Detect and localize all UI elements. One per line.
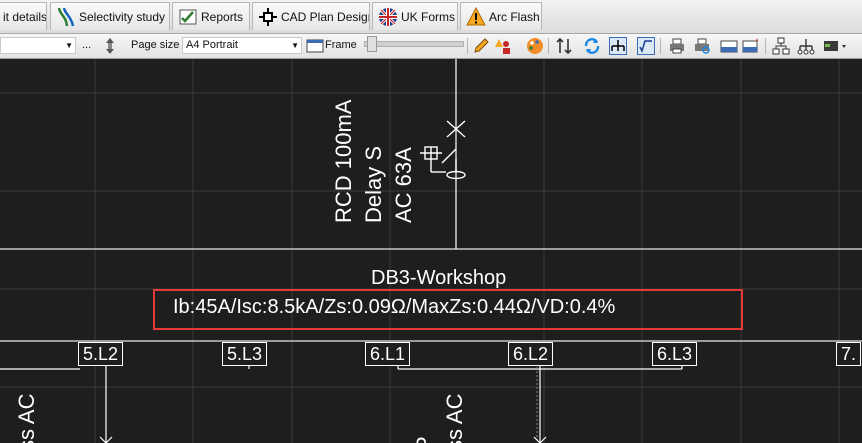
way-label[interactable]: 6.L2: [508, 342, 554, 366]
device-label-line-1: RCD 100mA: [331, 99, 356, 223]
circuit-label: P: [412, 436, 438, 443]
circuit-label: ss AC: [442, 393, 467, 443]
tab-arc-flash[interactable]: Arc Flash: [460, 2, 542, 30]
swap-arrows-icon[interactable]: [555, 37, 573, 55]
way-label[interactable]: 6.L3: [652, 342, 698, 366]
background-grid: [0, 59, 862, 443]
tab-circuit-details[interactable]: it details: [0, 2, 47, 30]
chevron-down-icon: ▼: [291, 41, 299, 50]
board-title[interactable]: DB3-Workshop: [371, 267, 506, 290]
formula-icon[interactable]: [637, 37, 655, 55]
warning-person-icon[interactable]: [494, 37, 512, 55]
toolbar-separator: [467, 38, 468, 54]
more-button[interactable]: ...: [82, 34, 91, 58]
device-label-line-3: AC 63A: [391, 147, 416, 223]
page-size-label: Page size: [131, 39, 180, 51]
page-size-value: A4 Portrait: [186, 39, 238, 51]
pencil-icon[interactable]: [472, 37, 490, 55]
hierarchy-icon[interactable]: [772, 37, 790, 55]
layer-dropdown[interactable]: ▼: [0, 37, 76, 54]
toolbar-separator: [765, 38, 766, 54]
tab-selectivity-study[interactable]: Selectivity study: [50, 2, 170, 30]
selectivity-curves-icon: [57, 7, 75, 27]
tab-label: UK Forms: [401, 10, 455, 24]
toolbar-separator: [660, 38, 661, 54]
print-icon[interactable]: [668, 37, 686, 55]
arrow-down-icon: [99, 436, 547, 443]
device-dropdown-icon[interactable]: [823, 37, 849, 55]
zoom-slider[interactable]: [364, 36, 464, 52]
way-label[interactable]: 5.L3: [222, 342, 268, 366]
frame-icon[interactable]: [306, 37, 324, 55]
page-size-select[interactable]: A4 Portrait ▼: [182, 37, 302, 54]
network-tree-icon[interactable]: [609, 37, 627, 55]
tab-cad-plan-design[interactable]: CAD Plan Design: [252, 2, 370, 30]
highlight-box: [153, 289, 743, 330]
reports-icon: [179, 9, 197, 25]
toolbar-separator: [548, 38, 549, 54]
diagram-drawing: [0, 59, 862, 443]
print-preview-icon[interactable]: [693, 37, 711, 55]
rcd-symbol: [420, 120, 466, 180]
vertical-resize-icon[interactable]: [101, 37, 119, 55]
tab-uk-forms[interactable]: UK Forms: [372, 2, 458, 30]
dxf-export-icon[interactable]: [720, 37, 738, 55]
tab-label: CAD Plan Design: [281, 10, 370, 24]
circuit-label: ss AC: [14, 393, 39, 443]
way-label[interactable]: 6.L1: [365, 342, 411, 366]
uk-flag-icon: [379, 8, 397, 26]
refresh-icon[interactable]: [583, 37, 601, 55]
ribbon-tab-bar: it details Selectivity study Reports CAD…: [0, 0, 862, 34]
tab-label: Arc Flash: [489, 10, 540, 24]
zoom-slider-thumb[interactable]: [367, 36, 377, 52]
tab-reports[interactable]: Reports: [172, 2, 250, 30]
cad-crosshair-icon: [259, 8, 277, 26]
tab-label: it details: [3, 10, 47, 24]
outgoing-ways-lines: [0, 365, 683, 443]
arc-flash-warning-icon: [466, 7, 486, 26]
way-label[interactable]: 7.: [836, 342, 862, 366]
image-export-icon[interactable]: [742, 37, 760, 55]
tab-label: Reports: [201, 10, 244, 24]
toolbar: ▼ ... Page size A4 Portrait ▼ Frame: [0, 34, 862, 59]
tab-label: Selectivity study: [79, 10, 166, 24]
palette-icon[interactable]: [526, 37, 544, 55]
frame-label: Frame: [325, 39, 357, 51]
device-label-line-2: Delay S: [361, 145, 386, 223]
diagram-canvas[interactable]: RCD 100mA Delay S AC 63A DB3-Workshop Ib…: [0, 59, 862, 443]
way-label[interactable]: 5.L2: [78, 342, 124, 366]
chevron-down-icon: ▼: [65, 41, 73, 50]
tree-expand-icon[interactable]: [797, 37, 815, 55]
